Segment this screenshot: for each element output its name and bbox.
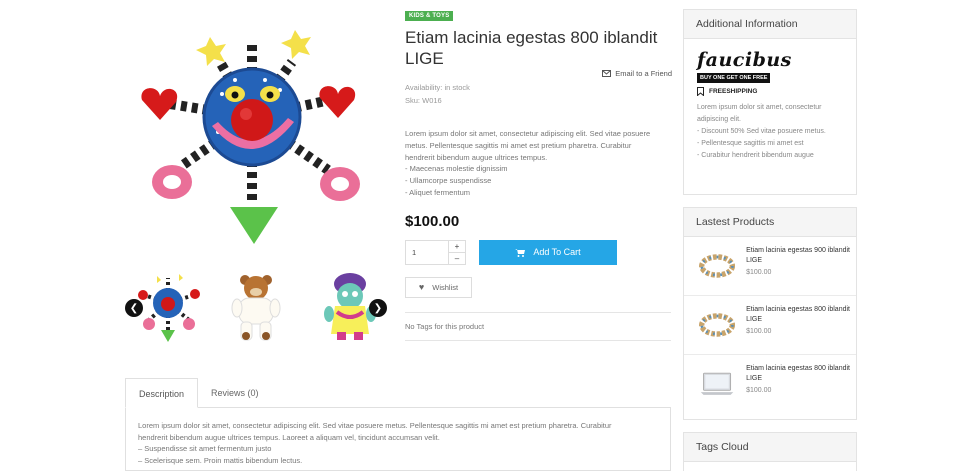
latest-product-price: $100.00 bbox=[746, 387, 772, 394]
add-to-cart-label: Add To Cart bbox=[533, 247, 581, 258]
latest-product-price: $100.00 bbox=[746, 269, 772, 276]
quantity-stepper: 1 + – bbox=[405, 239, 466, 265]
product-main-image[interactable] bbox=[130, 22, 375, 250]
bear-thumb-image bbox=[231, 275, 281, 341]
short-description: Lorem ipsum dolor sit amet, consectetur … bbox=[405, 128, 672, 199]
bookmark-icon bbox=[697, 87, 704, 96]
sku-value: W016 bbox=[422, 96, 442, 105]
freeshipping-row: FREESHIPPING bbox=[697, 87, 843, 96]
info-line: - Curabitur hendrerit bibendum augue bbox=[697, 152, 814, 159]
quantity-input[interactable]: 1 bbox=[406, 241, 448, 264]
info-line: Lorem ipsum dolor sit amet, consectetur bbox=[697, 104, 822, 111]
description-line: – Scelerisque sem. Proin mattis bibendum… bbox=[138, 455, 303, 465]
category-badge[interactable]: KIDS & TOYS bbox=[405, 11, 454, 21]
quantity-decrease-button[interactable]: – bbox=[449, 251, 465, 264]
thumbnail-2[interactable] bbox=[223, 268, 289, 344]
freeshipping-label: FREESHIPPING bbox=[709, 88, 758, 95]
info-line: - Discount 50% Sed vitae posuere metus. bbox=[697, 128, 826, 135]
short-description-line: - Ullamcorpe suspendisse bbox=[405, 176, 492, 186]
chevron-left-icon: ❮ bbox=[129, 302, 139, 314]
latest-product-price: $100.00 bbox=[746, 328, 772, 335]
tab-description-content: Lorem ipsum dolor sit amet, consectetur … bbox=[125, 407, 671, 471]
thumbnail-carousel: ❮ ❯ bbox=[125, 262, 387, 342]
panel-title: Tags Cloud bbox=[684, 433, 856, 462]
latest-product-name[interactable]: Etiam lacinia egestas 800 iblandit LIGE bbox=[746, 305, 856, 324]
add-to-cart-button[interactable]: Add To Cart bbox=[479, 239, 617, 265]
bracelet-image bbox=[699, 313, 736, 337]
description-line: Lorem ipsum dolor sit amet, consectetur … bbox=[138, 421, 612, 430]
short-description-line: metus. Pellentesque sagittis mi amet est… bbox=[405, 140, 632, 150]
quantity-increase-button[interactable]: + bbox=[449, 241, 465, 252]
latest-product-name[interactable]: Etiam lacinia egestas 900 iblandit LIGE bbox=[746, 246, 856, 265]
product-tags: No Tags for this product bbox=[405, 321, 485, 331]
availability: Availability: in stock bbox=[405, 83, 672, 92]
description-line: – Suspendisse sit amet fermentum justo bbox=[138, 444, 272, 454]
carousel-next-button[interactable]: ❯ bbox=[369, 299, 387, 317]
divider bbox=[405, 339, 671, 341]
product-tabs: Description Reviews (0) Lorem ipsum dolo… bbox=[125, 378, 671, 471]
latest-product-item[interactable]: Etiam lacinia egestas 800 iblandit LIGE … bbox=[684, 355, 856, 414]
availability-value: in stock bbox=[444, 83, 470, 92]
wishlist-label: Wishlist bbox=[432, 282, 459, 292]
product-info: KIDS & TOYS Etiam lacinia egestas 800 ib… bbox=[405, 10, 672, 341]
buy-row: 1 + – Add To Cart bbox=[405, 239, 672, 265]
carousel-prev-button[interactable]: ❮ bbox=[125, 299, 143, 317]
toy-thumb-image bbox=[138, 274, 200, 342]
sku: Sku: W016 bbox=[405, 96, 672, 105]
product-title: Etiam lacinia egestas 800 iblandit LIGE bbox=[405, 28, 658, 68]
latest-product-item[interactable]: Etiam lacinia egestas 800 iblandit LIGE … bbox=[684, 296, 856, 355]
latest-product-name[interactable]: Etiam lacinia egestas 800 iblandit LIGE bbox=[746, 364, 856, 383]
additional-info-text: Lorem ipsum dolor sit amet, consectetur … bbox=[697, 102, 843, 162]
availability-label: Availability: bbox=[405, 83, 443, 92]
brand-logo: faucibus bbox=[697, 49, 792, 71]
heart-icon: ♥ bbox=[418, 282, 425, 293]
short-description-line: hendrerit bibendum augue ultrices tempus… bbox=[405, 152, 548, 162]
tab-reviews[interactable]: Reviews (0) bbox=[198, 378, 272, 408]
tab-list: Description Reviews (0) bbox=[125, 378, 671, 408]
toy-illustration bbox=[141, 30, 360, 244]
promo-badge: BUY ONE GET ONE FREE bbox=[697, 73, 771, 83]
panel-title: Additional Information bbox=[684, 10, 856, 39]
wishlist-button[interactable]: ♥ Wishlist bbox=[405, 276, 472, 298]
email-to-friend-label: Email to a Friend bbox=[615, 69, 672, 78]
additional-information-panel: Additional Information faucibus BUY ONE … bbox=[683, 9, 857, 195]
sku-label: Sku: bbox=[405, 96, 421, 105]
thumbnail-1[interactable] bbox=[135, 268, 201, 344]
latest-product-item[interactable]: Etiam lacinia egestas 900 iblandit LIGE … bbox=[684, 237, 856, 296]
envelope-icon bbox=[602, 70, 612, 77]
panel-title: Lastest Products bbox=[684, 208, 856, 237]
short-description-line: - Aliquet fermentum bbox=[405, 187, 471, 197]
latest-products-panel: Lastest Products Etiam lacinia egestas 9… bbox=[683, 207, 857, 420]
cart-icon bbox=[515, 248, 526, 257]
product-price: $100.00 bbox=[405, 212, 460, 230]
chevron-right-icon: ❯ bbox=[373, 302, 383, 314]
info-line: adipiscing elit. bbox=[697, 116, 741, 123]
email-to-friend-link[interactable]: Email to a Friend bbox=[602, 69, 672, 78]
info-line: - Pellentesque sagittis mi amet est bbox=[697, 140, 804, 147]
bracelet-image bbox=[699, 254, 736, 278]
description-line: hendrerit bibendum augue ultrices tempus… bbox=[138, 432, 440, 442]
laptop-image bbox=[700, 372, 734, 395]
short-description-line: - Maecenas molestie dignissim bbox=[405, 164, 508, 174]
short-description-line: Lorem ipsum dolor sit amet, consectetur … bbox=[405, 129, 651, 138]
tags-cloud-panel: Tags Cloud bbox=[683, 432, 857, 471]
tab-description[interactable]: Description bbox=[125, 378, 199, 408]
